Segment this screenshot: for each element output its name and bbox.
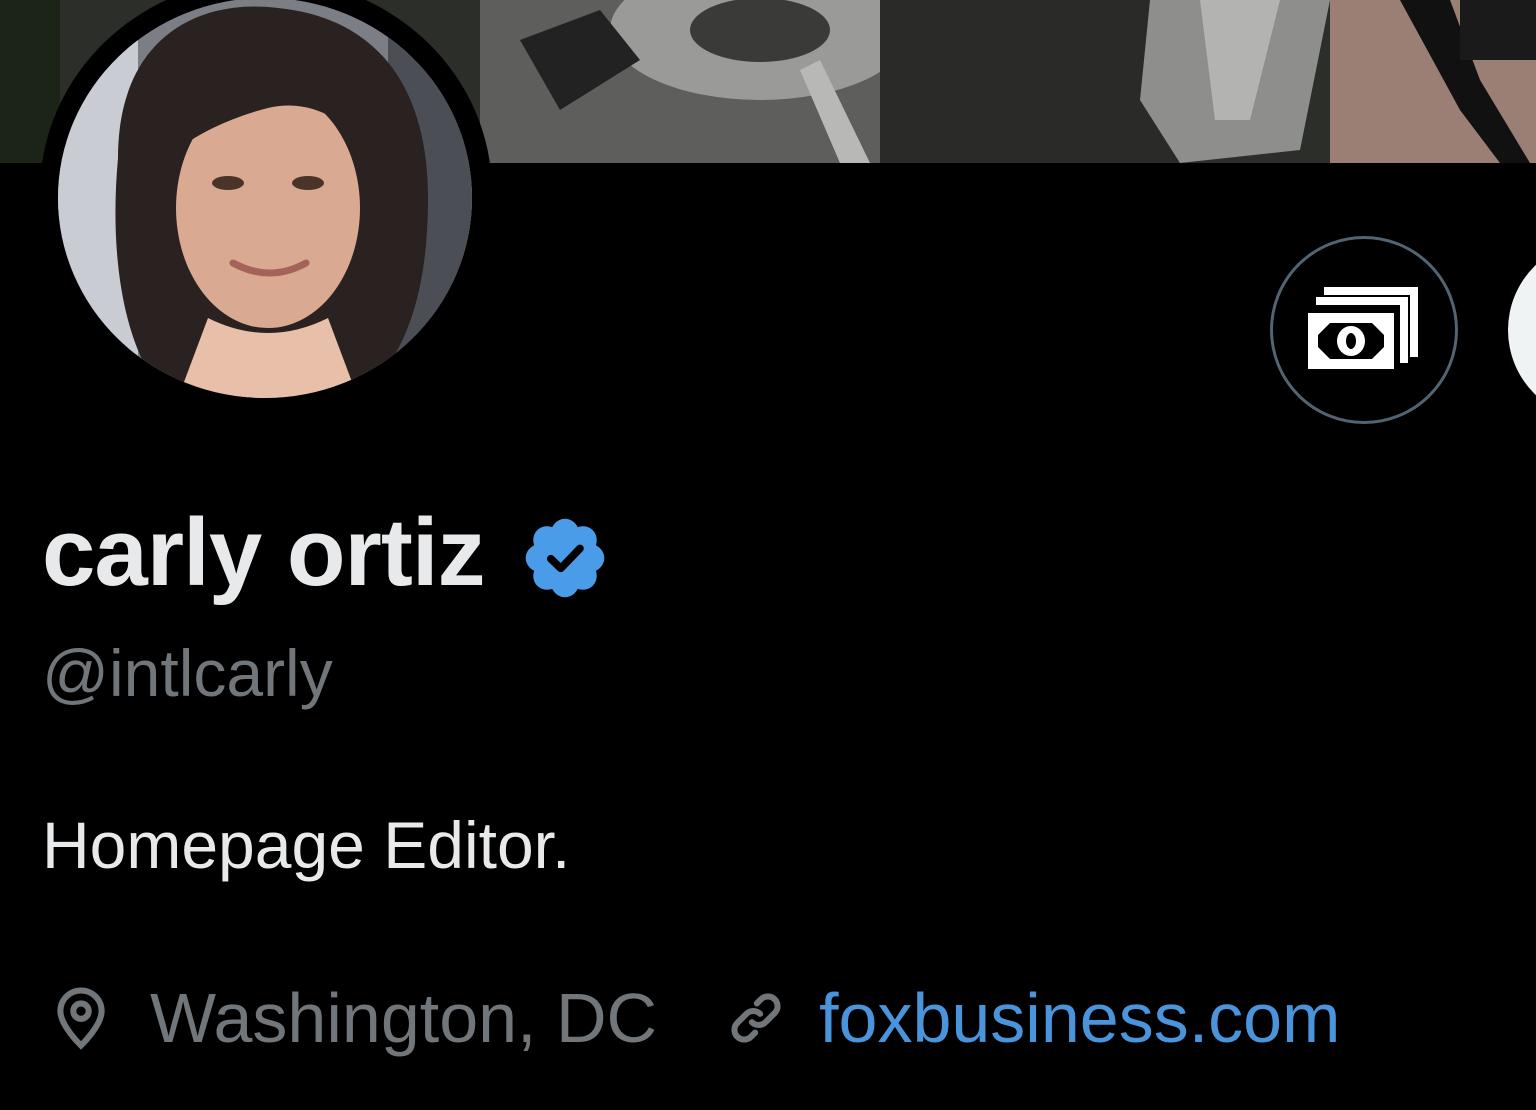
profile-page: carly ortiz @intlcarly Homepage Editor. … [0,0,1536,1110]
handle: @intlcarly [42,636,333,710]
website-link[interactable]: foxbusiness.com [819,983,1340,1053]
follow-button[interactable] [1508,240,1536,420]
avatar[interactable] [58,0,472,398]
location-text: Washington, DC [150,979,658,1057]
location-pin-icon [57,987,105,1050]
verified-badge-icon[interactable] [519,512,611,604]
name-row: carly ortiz [42,498,611,608]
tip-button[interactable] [1270,236,1458,424]
bio: Homepage Editor. [42,808,571,882]
avatar-photo [58,0,472,398]
money-icon [1308,287,1418,369]
profile-meta-row: Washington, DC foxbusiness.com [48,978,1340,1058]
link-icon [731,993,781,1043]
display-name: carly ortiz [42,499,486,606]
